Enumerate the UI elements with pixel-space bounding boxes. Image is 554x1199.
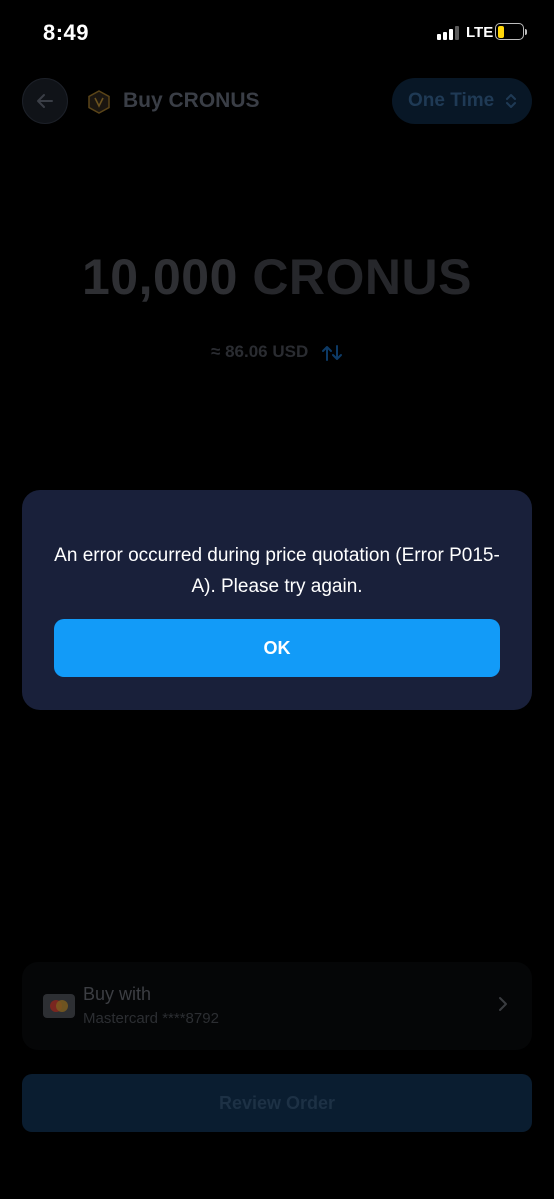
back-arrow-icon bbox=[37, 94, 53, 108]
fiat-value: ≈ 86.06 USD bbox=[211, 342, 309, 361]
ok-button[interactable]: OK bbox=[54, 619, 500, 677]
status-bar: 8:49 LTE bbox=[0, 0, 554, 66]
frequency-select[interactable]: One Time bbox=[392, 78, 532, 124]
error-message: An error occurred during price quotation… bbox=[54, 545, 500, 597]
chevron-right-icon bbox=[499, 997, 507, 1011]
page-title: Buy CRONUS bbox=[123, 89, 260, 112]
updown-chevron-icon bbox=[506, 94, 516, 108]
payment-method: Mastercard ****8792 bbox=[83, 1010, 219, 1027]
signal-icon bbox=[437, 25, 463, 40]
amount-symbol: CRONUS bbox=[252, 249, 473, 305]
frequency-label: One Time bbox=[408, 90, 495, 111]
payment-method-row[interactable]: Buy with Mastercard ****8792 bbox=[22, 962, 532, 1050]
swap-arrows-icon[interactable] bbox=[321, 344, 343, 362]
token-icon bbox=[88, 90, 110, 114]
amount-value: 10,000 bbox=[81, 249, 238, 305]
fiat-equivalent: ≈ 86.06 USD bbox=[0, 342, 554, 362]
battery-icon bbox=[495, 23, 527, 40]
network-label: LTE bbox=[466, 24, 494, 41]
mastercard-icon bbox=[43, 994, 75, 1018]
payment-label: Buy with bbox=[83, 984, 152, 1004]
status-time: 8:49 bbox=[43, 20, 90, 45]
back-button[interactable] bbox=[22, 78, 68, 124]
error-dialog: An error occurred during price quotation… bbox=[22, 490, 532, 710]
amount-display: 10,000 CRONUS bbox=[0, 248, 554, 306]
review-order-button[interactable]: Review Order bbox=[22, 1074, 532, 1132]
